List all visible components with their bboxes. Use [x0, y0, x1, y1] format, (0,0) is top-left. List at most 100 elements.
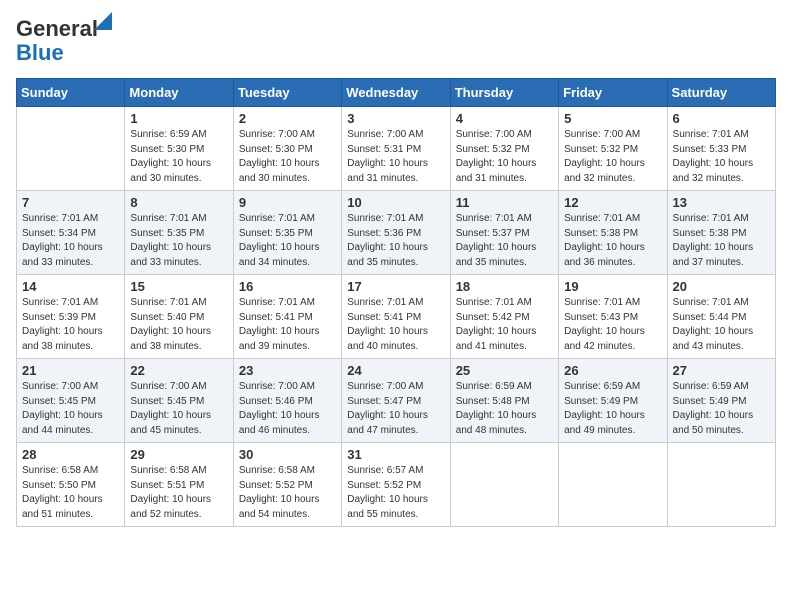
logo-general: General [16, 16, 98, 41]
logo-blue: Blue [16, 40, 64, 66]
calendar-cell: 7 Sunrise: 7:01 AMSunset: 5:34 PMDaylight… [17, 191, 125, 275]
day-number: 24 [347, 363, 444, 378]
cell-info: Sunrise: 7:01 AMSunset: 5:36 PMDaylight:… [347, 212, 444, 270]
day-number: 28 [22, 447, 119, 462]
calendar-cell: 10Sunrise: 7:01 AMSunset: 5:36 PMDayligh… [342, 191, 450, 275]
cell-info: Sunrise: 7:01 AMSunset: 5:44 PMDaylight:… [673, 296, 770, 354]
calendar-cell: 4 Sunrise: 7:00 AMSunset: 5:32 PMDaylight… [450, 107, 558, 191]
calendar-cell: 11 Sunrise: 7:01 AMSunset: 5:37 PMDayligh… [450, 191, 558, 275]
cell-info: Sunrise: 7:01 AMSunset: 5:42 PMDaylight:… [456, 296, 553, 354]
cell-info: Sunrise: 7:01 AMSunset: 5:35 PMDaylight:… [239, 212, 336, 270]
logo-bird-icon [94, 12, 112, 30]
day-number: 9 [239, 195, 336, 210]
cell-info: Sunrise: 7:01 AMSunset: 5:41 PMDaylight:… [239, 296, 336, 354]
calendar-week-row: 7 Sunrise: 7:01 AMSunset: 5:34 PMDaylight… [17, 191, 776, 275]
calendar-cell [667, 443, 775, 527]
cell-info: Sunrise: 7:01 AMSunset: 5:37 PMDaylight:… [456, 212, 553, 270]
day-number: 3 [347, 111, 444, 126]
cell-info: Sunrise: 6:58 AMSunset: 5:51 PMDaylight:… [130, 464, 227, 522]
day-header-thursday: Thursday [450, 79, 558, 107]
calendar-cell [450, 443, 558, 527]
cell-info: Sunrise: 7:01 AMSunset: 5:35 PMDaylight:… [130, 212, 227, 270]
calendar-cell: 8 Sunrise: 7:01 AMSunset: 5:35 PMDaylight… [125, 191, 233, 275]
day-number: 13 [673, 195, 770, 210]
calendar-cell: 14 Sunrise: 7:01 AMSunset: 5:39 PMDayligh… [17, 275, 125, 359]
calendar-week-row: 28 Sunrise: 6:58 AMSunset: 5:50 PMDayligh… [17, 443, 776, 527]
day-number: 17 [347, 279, 444, 294]
day-number: 16 [239, 279, 336, 294]
calendar-cell: 21 Sunrise: 7:00 AMSunset: 5:45 PMDayligh… [17, 359, 125, 443]
cell-info: Sunrise: 6:57 AMSunset: 5:52 PMDaylight:… [347, 464, 444, 522]
cell-info: Sunrise: 7:01 AMSunset: 5:41 PMDaylight:… [347, 296, 444, 354]
calendar-cell: 17 Sunrise: 7:01 AMSunset: 5:41 PMDayligh… [342, 275, 450, 359]
day-number: 8 [130, 195, 227, 210]
day-number: 18 [456, 279, 553, 294]
day-header-tuesday: Tuesday [233, 79, 341, 107]
cell-info: Sunrise: 7:00 AMSunset: 5:30 PMDaylight:… [239, 128, 336, 186]
cell-info: Sunrise: 6:58 AMSunset: 5:50 PMDaylight:… [22, 464, 119, 522]
calendar-cell: 1Sunrise: 6:59 AMSunset: 5:30 PMDaylight… [125, 107, 233, 191]
cell-info: Sunrise: 7:01 AMSunset: 5:38 PMDaylight:… [564, 212, 661, 270]
cell-info: Sunrise: 7:01 AMSunset: 5:39 PMDaylight:… [22, 296, 119, 354]
cell-info: Sunrise: 7:01 AMSunset: 5:38 PMDaylight:… [673, 212, 770, 270]
day-number: 20 [673, 279, 770, 294]
cell-info: Sunrise: 6:59 AMSunset: 5:49 PMDaylight:… [673, 380, 770, 438]
day-number: 31 [347, 447, 444, 462]
calendar-week-row: 21 Sunrise: 7:00 AMSunset: 5:45 PMDayligh… [17, 359, 776, 443]
calendar-header-row: SundayMondayTuesdayWednesdayThursdayFrid… [17, 79, 776, 107]
calendar-cell: 19 Sunrise: 7:01 AMSunset: 5:43 PMDayligh… [559, 275, 667, 359]
calendar-cell: 3 Sunrise: 7:00 AMSunset: 5:31 PMDaylight… [342, 107, 450, 191]
day-number: 30 [239, 447, 336, 462]
calendar-cell: 18 Sunrise: 7:01 AMSunset: 5:42 PMDayligh… [450, 275, 558, 359]
calendar-cell: 13 Sunrise: 7:01 AMSunset: 5:38 PMDayligh… [667, 191, 775, 275]
day-number: 27 [673, 363, 770, 378]
calendar-cell: 16 Sunrise: 7:01 AMSunset: 5:41 PMDayligh… [233, 275, 341, 359]
calendar-cell: 31 Sunrise: 6:57 AMSunset: 5:52 PMDayligh… [342, 443, 450, 527]
calendar-cell: 23 Sunrise: 7:00 AMSunset: 5:46 PMDayligh… [233, 359, 341, 443]
day-number: 6 [673, 111, 770, 126]
cell-info: Sunrise: 7:00 AMSunset: 5:32 PMDaylight:… [564, 128, 661, 186]
calendar-cell: 22Sunrise: 7:00 AMSunset: 5:45 PMDayligh… [125, 359, 233, 443]
day-header-monday: Monday [125, 79, 233, 107]
cell-info: Sunrise: 7:00 AMSunset: 5:31 PMDaylight:… [347, 128, 444, 186]
cell-info: Sunrise: 7:00 AMSunset: 5:32 PMDaylight:… [456, 128, 553, 186]
cell-info: Sunrise: 7:00 AMSunset: 5:45 PMDaylight:… [130, 380, 227, 438]
day-header-friday: Friday [559, 79, 667, 107]
day-number: 15 [130, 279, 227, 294]
day-number: 12 [564, 195, 661, 210]
calendar-cell: 5 Sunrise: 7:00 AMSunset: 5:32 PMDaylight… [559, 107, 667, 191]
cell-info: Sunrise: 7:01 AMSunset: 5:33 PMDaylight:… [673, 128, 770, 186]
day-number: 7 [22, 195, 119, 210]
calendar-cell: 15 Sunrise: 7:01 AMSunset: 5:40 PMDayligh… [125, 275, 233, 359]
calendar-cell: 9 Sunrise: 7:01 AMSunset: 5:35 PMDaylight… [233, 191, 341, 275]
day-number: 23 [239, 363, 336, 378]
day-number: 21 [22, 363, 119, 378]
day-number: 26 [564, 363, 661, 378]
calendar-cell: 29 Sunrise: 6:58 AMSunset: 5:51 PMDayligh… [125, 443, 233, 527]
day-number: 29 [130, 447, 227, 462]
calendar-cell: 6 Sunrise: 7:01 AMSunset: 5:33 PMDaylight… [667, 107, 775, 191]
calendar-cell: 30 Sunrise: 6:58 AMSunset: 5:52 PMDayligh… [233, 443, 341, 527]
cell-info: Sunrise: 7:00 AMSunset: 5:45 PMDaylight:… [22, 380, 119, 438]
cell-info: Sunrise: 7:00 AMSunset: 5:46 PMDaylight:… [239, 380, 336, 438]
cell-info: Sunrise: 7:01 AMSunset: 5:34 PMDaylight:… [22, 212, 119, 270]
cell-info: Sunrise: 7:01 AMSunset: 5:40 PMDaylight:… [130, 296, 227, 354]
day-header-sunday: Sunday [17, 79, 125, 107]
calendar-cell: 2Sunrise: 7:00 AMSunset: 5:30 PMDaylight… [233, 107, 341, 191]
cell-info: Sunrise: 7:01 AMSunset: 5:43 PMDaylight:… [564, 296, 661, 354]
calendar-week-row: 14 Sunrise: 7:01 AMSunset: 5:39 PMDayligh… [17, 275, 776, 359]
day-header-wednesday: Wednesday [342, 79, 450, 107]
day-number: 11 [456, 195, 553, 210]
calendar-cell: 27 Sunrise: 6:59 AMSunset: 5:49 PMDayligh… [667, 359, 775, 443]
calendar-cell: 28 Sunrise: 6:58 AMSunset: 5:50 PMDayligh… [17, 443, 125, 527]
cell-info: Sunrise: 6:58 AMSunset: 5:52 PMDaylight:… [239, 464, 336, 522]
cell-info: Sunrise: 7:00 AMSunset: 5:47 PMDaylight:… [347, 380, 444, 438]
day-number: 19 [564, 279, 661, 294]
day-number: 14 [22, 279, 119, 294]
calendar-table: SundayMondayTuesdayWednesdayThursdayFrid… [16, 78, 776, 527]
day-number: 5 [564, 111, 661, 126]
calendar-cell [559, 443, 667, 527]
calendar-body: 1Sunrise: 6:59 AMSunset: 5:30 PMDaylight… [17, 107, 776, 527]
day-header-saturday: Saturday [667, 79, 775, 107]
day-number: 4 [456, 111, 553, 126]
